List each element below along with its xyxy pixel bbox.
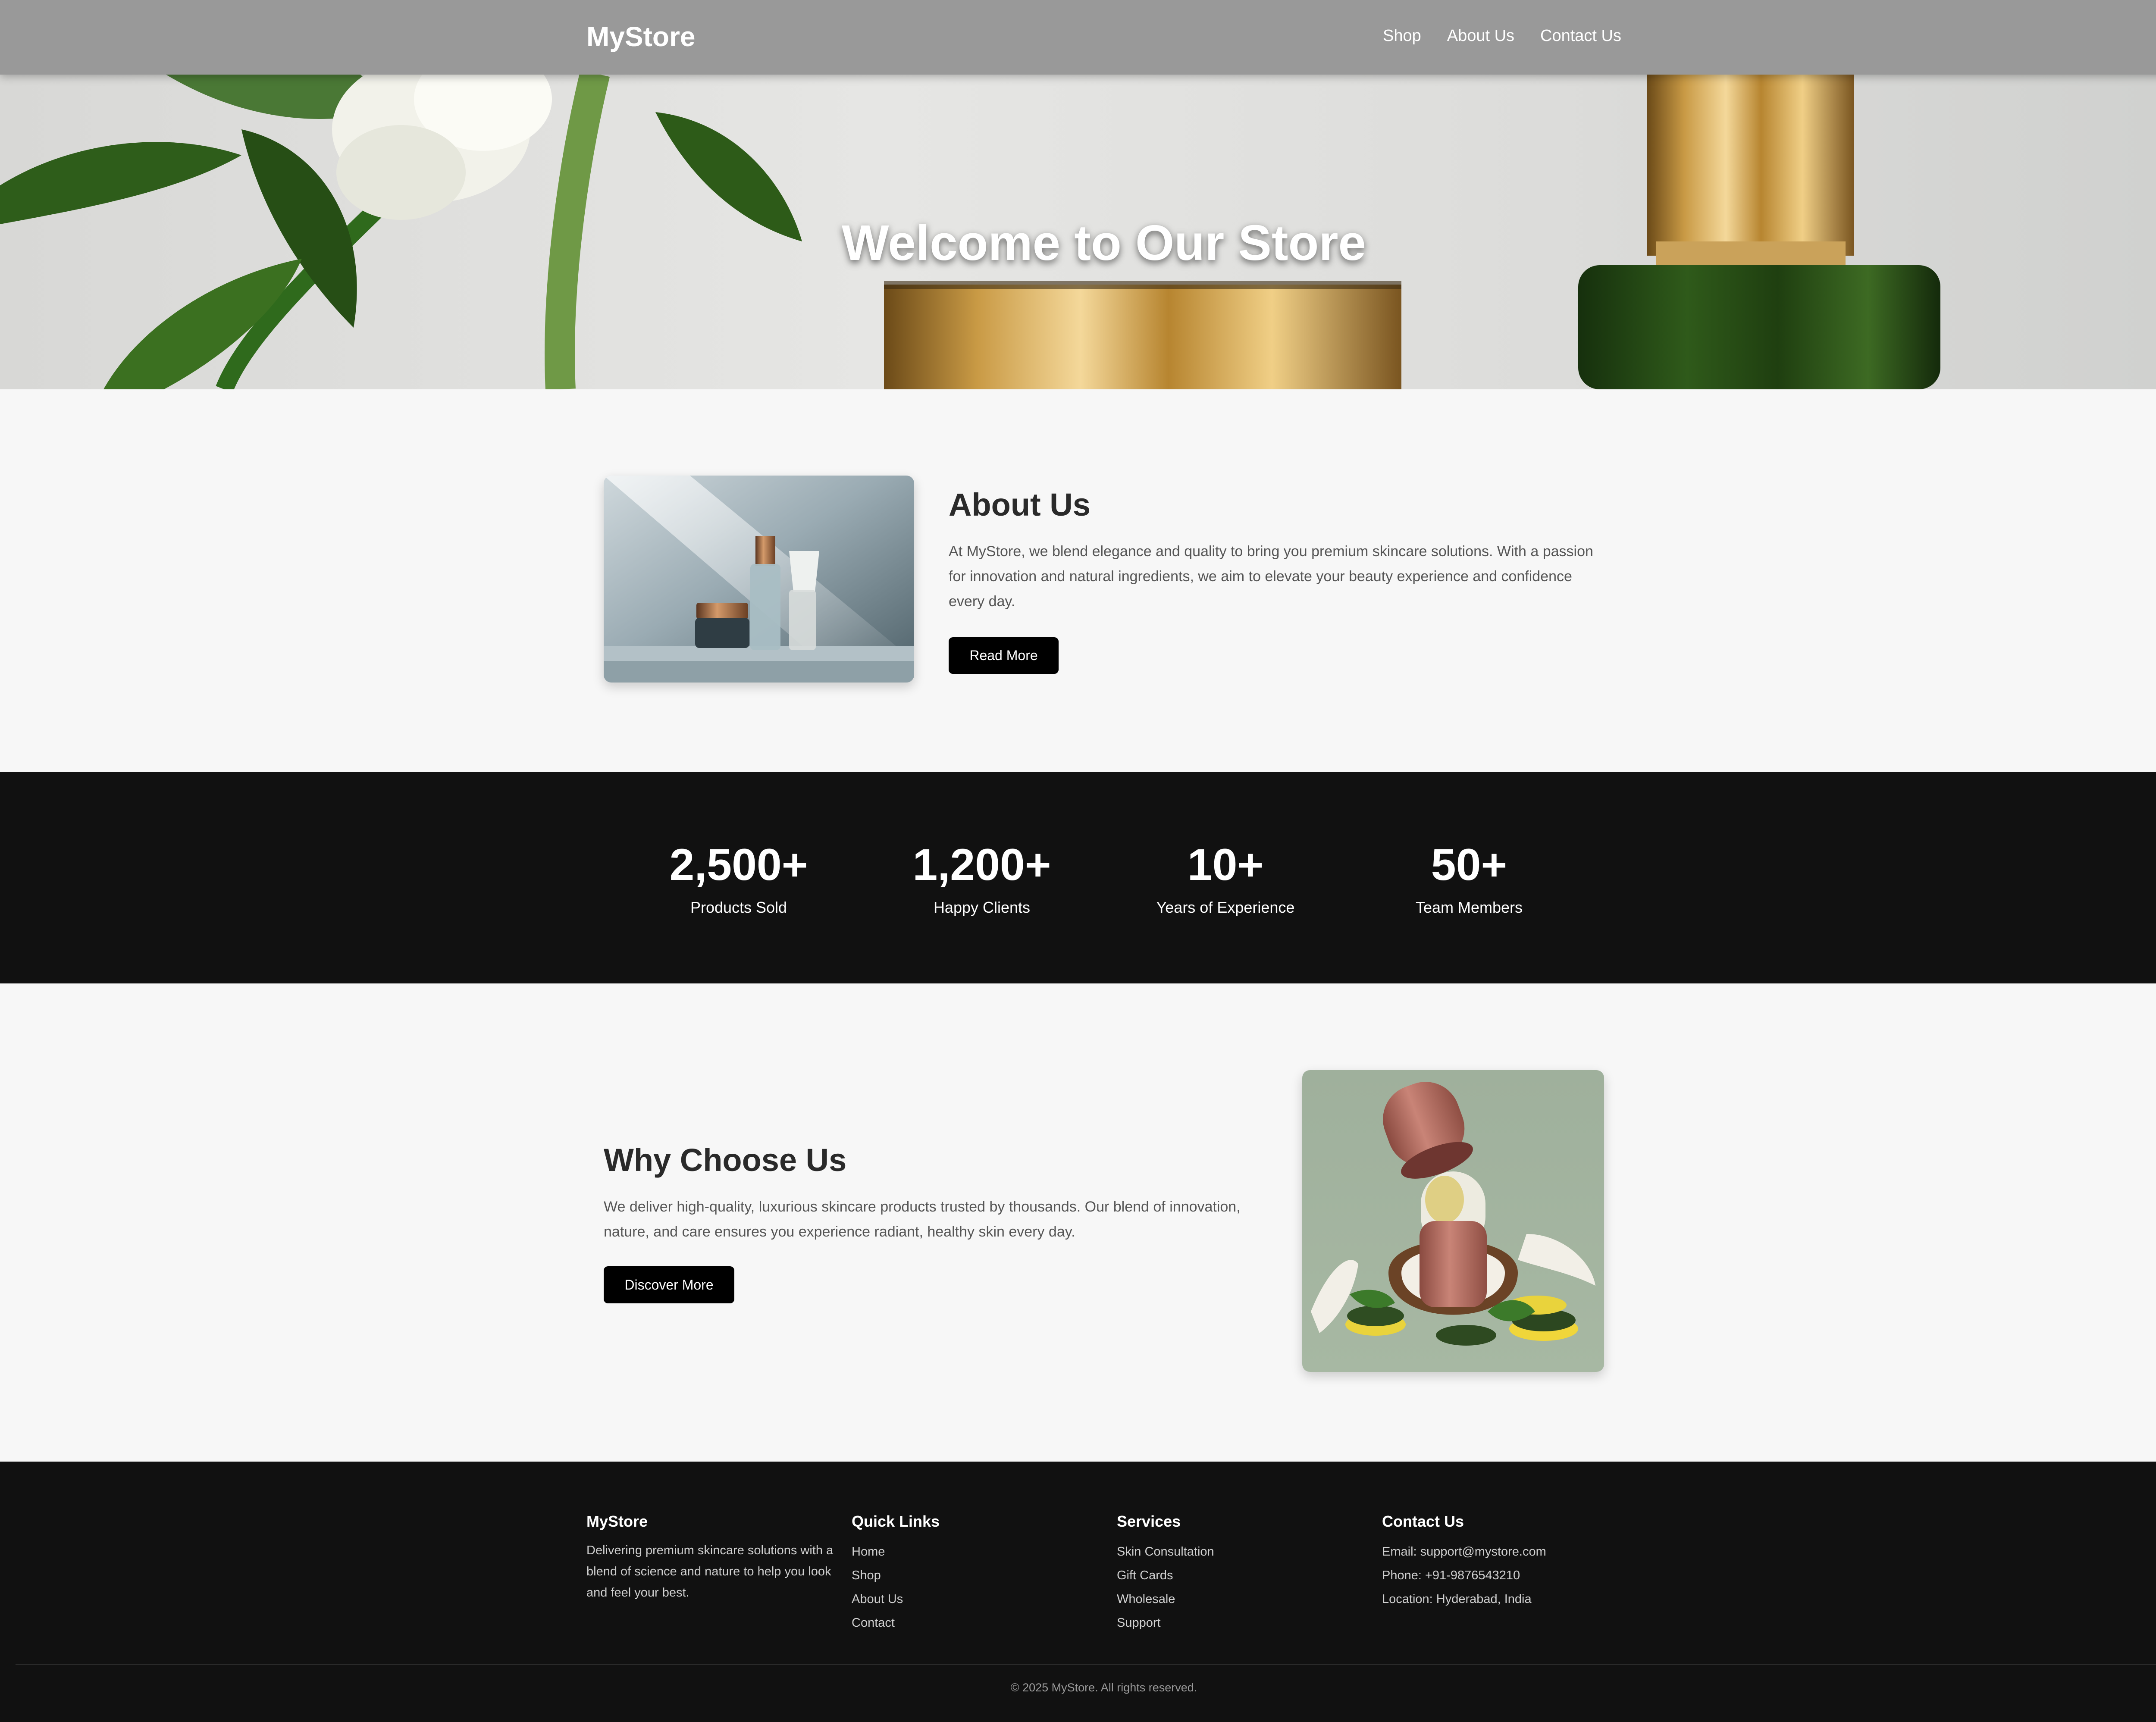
- site-footer: MyStore Delivering premium skincare solu…: [0, 1462, 2156, 1722]
- stat-label: Years of Experience: [1156, 899, 1295, 916]
- hero-title: Welcome to Our Store: [841, 214, 1366, 271]
- footer-contact-email: Email: support@mystore.com: [1382, 1545, 1546, 1559]
- footer-contact-location: Location: Hyderabad, India: [1382, 1592, 1532, 1606]
- stat-value: 50+: [1431, 840, 1507, 890]
- footer-link-gift-cards[interactable]: Gift Cards: [1117, 1564, 1367, 1587]
- footer-contact-title: Contact Us: [1382, 1512, 1464, 1530]
- footer-quick-links-column: Quick Links Home Shop About Us Contact: [852, 1512, 1102, 1635]
- stat-team-members: 50+ Team Members: [1348, 839, 1590, 917]
- about-heading: About Us: [949, 487, 1091, 523]
- copyright-text: © 2025 MyStore. All rights reserved.: [1010, 1681, 1197, 1694]
- why-product-image: [1302, 1070, 1604, 1372]
- footer-link-wholesale[interactable]: Wholesale: [1117, 1587, 1367, 1611]
- stats-band: 2,500+ Products Sold 1,200+ Happy Client…: [0, 772, 2156, 983]
- footer-link-shop[interactable]: Shop: [852, 1564, 1102, 1587]
- footer-brand-column: MyStore Delivering premium skincare solu…: [586, 1512, 837, 1603]
- footer-brand-title: MyStore: [586, 1512, 648, 1530]
- main-nav: Shop About Us Contact Us: [1383, 27, 1621, 45]
- read-more-button[interactable]: Read More: [949, 637, 1059, 674]
- footer-link-support[interactable]: Support: [1117, 1611, 1367, 1635]
- footer-divider: [16, 1664, 2156, 1665]
- why-description: We deliver high-quality, luxurious skinc…: [604, 1199, 1241, 1240]
- top-navigation-bar: MyStore Shop About Us Contact Us: [0, 0, 2156, 75]
- stat-label: Products Sold: [690, 899, 787, 916]
- nav-link-about-us[interactable]: About Us: [1447, 27, 1514, 45]
- footer-link-home[interactable]: Home: [852, 1540, 1102, 1564]
- footer-link-about-us[interactable]: About Us: [852, 1587, 1102, 1611]
- stat-value: 10+: [1187, 840, 1264, 890]
- nav-link-shop[interactable]: Shop: [1383, 27, 1421, 45]
- stat-label: Happy Clients: [933, 899, 1031, 916]
- why-heading: Why Choose Us: [604, 1142, 847, 1178]
- footer-brand-description: Delivering premium skincare solutions wi…: [586, 1544, 834, 1600]
- footer-services-column: Services Skin Consultation Gift Cards Wh…: [1117, 1512, 1367, 1635]
- stat-value: 1,200+: [912, 840, 1051, 890]
- footer-contact-phone: Phone: +91-9876543210: [1382, 1569, 1520, 1582]
- footer-link-contact[interactable]: Contact: [852, 1611, 1102, 1635]
- footer-quick-links-title: Quick Links: [852, 1512, 940, 1530]
- nav-link-contact-us[interactable]: Contact Us: [1540, 27, 1621, 45]
- discover-more-button[interactable]: Discover More: [604, 1266, 734, 1303]
- stat-years-experience: 10+ Years of Experience: [1105, 839, 1346, 917]
- stat-value: 2,500+: [669, 840, 808, 890]
- footer-contact-column: Contact Us Email: support@mystore.com Ph…: [1382, 1512, 1632, 1611]
- stat-products-sold: 2,500+ Products Sold: [618, 839, 859, 917]
- brand-logo[interactable]: MyStore: [586, 21, 696, 53]
- footer-services-title: Services: [1117, 1512, 1181, 1530]
- footer-link-skin-consultation[interactable]: Skin Consultation: [1117, 1540, 1367, 1564]
- about-product-image: [604, 476, 914, 683]
- stat-label: Team Members: [1415, 899, 1523, 916]
- about-description: At MyStore, we blend elegance and qualit…: [949, 543, 1593, 610]
- stat-happy-clients: 1,200+ Happy Clients: [861, 839, 1103, 917]
